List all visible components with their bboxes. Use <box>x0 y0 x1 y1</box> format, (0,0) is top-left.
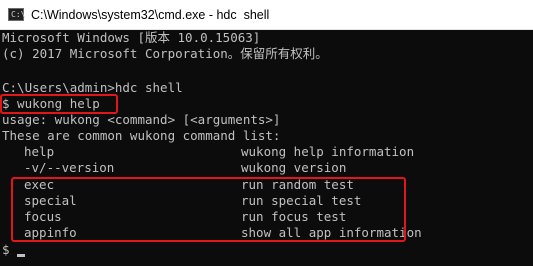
command-name: focus <box>24 209 62 224</box>
banner-line-1: Microsoft Windows [版本 10.0.15063] <box>2 30 261 45</box>
command-name: special <box>24 193 77 208</box>
prompt-line: C:\Users\admin>hdc shell <box>2 80 183 95</box>
text-cursor <box>17 254 25 257</box>
cmd-window: C:\ C:\Windows\system32\cmd.exe - hdc sh… <box>0 0 533 266</box>
command-description: wukong version <box>241 160 347 175</box>
command-name: help <box>24 144 55 159</box>
console-icon: C:\ <box>8 8 25 21</box>
command-name: exec <box>24 177 55 192</box>
window-title: C:\Windows\system32\cmd.exe - hdc shell <box>31 8 270 22</box>
command-name: -v/--version <box>24 160 115 175</box>
command-list-header: These are common wukong command list: <box>2 128 281 143</box>
shell-command-line: $ wukong help <box>2 96 100 111</box>
command-description: wukong help information <box>241 144 415 159</box>
command-description: run random test <box>241 177 354 192</box>
title-bar[interactable]: C:\ C:\Windows\system32\cmd.exe - hdc sh… <box>0 0 533 30</box>
command-description: show all app information <box>241 225 422 240</box>
command-description: run special test <box>241 193 362 208</box>
banner-line-2: (c) 2017 Microsoft Corporation。保留所有权利。 <box>2 46 328 61</box>
console-output[interactable]: Microsoft Windows [版本 10.0.15063] (c) 20… <box>0 30 533 266</box>
usage-line: usage: wukong <command> [<arguments>] <box>2 112 281 127</box>
command-name: appinfo <box>24 225 77 240</box>
shell-prompt: $ <box>2 242 10 257</box>
command-description: run focus test <box>241 209 347 224</box>
